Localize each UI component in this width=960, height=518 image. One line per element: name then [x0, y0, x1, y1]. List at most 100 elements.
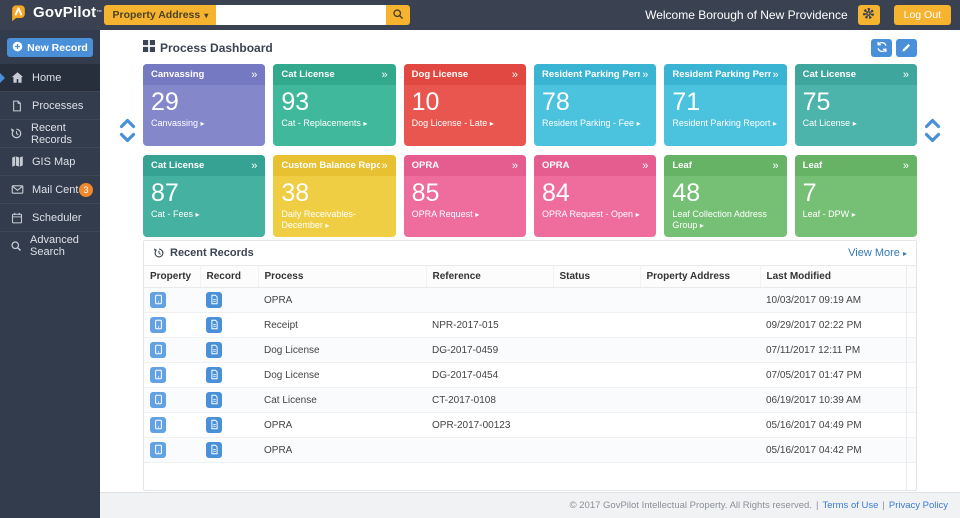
chevron-down-icon[interactable] [119, 132, 136, 143]
topbar: GovPilot™ Property Address ▾ Welcome Bor… [0, 0, 960, 30]
logout-button[interactable]: Log Out [894, 5, 951, 25]
property-button[interactable] [150, 392, 166, 408]
chevron-up-icon[interactable] [924, 118, 941, 129]
search-button[interactable] [386, 5, 410, 25]
record-button[interactable] [206, 317, 222, 333]
card-header[interactable]: Resident Parking Permit » [534, 64, 656, 85]
property-button[interactable] [150, 292, 166, 308]
double-chevron-icon[interactable]: » [903, 69, 909, 81]
card-count: 87 [151, 179, 257, 208]
card-link[interactable]: Dog License - Late ▸ [412, 118, 518, 130]
property-button[interactable] [150, 367, 166, 383]
card-link[interactable]: Resident Parking - Fee ▸ [542, 118, 648, 130]
col-reference: Reference [426, 266, 553, 288]
sidebar-item-label: Scheduler [32, 212, 82, 224]
card-header[interactable]: Resident Parking Permit » [664, 64, 786, 85]
sidebar-item-gis-map[interactable]: GIS Map [0, 147, 100, 175]
card-link[interactable]: Canvassing ▸ [151, 118, 257, 130]
card-link-label: Resident Parking Report [672, 118, 770, 128]
table-scrollbar[interactable] [906, 265, 907, 490]
double-chevron-icon[interactable]: » [382, 69, 388, 81]
card-link[interactable]: OPRA Request - Open ▸ [542, 209, 648, 221]
govpilot-logo-icon [9, 3, 28, 27]
card-header[interactable]: Leaf » [664, 155, 786, 176]
record-button[interactable] [206, 367, 222, 383]
card-link[interactable]: Leaf - DPW ▸ [803, 209, 909, 221]
double-chevron-icon[interactable]: » [382, 160, 388, 172]
card-link[interactable]: Leaf Collection Address Group ▸ [672, 209, 778, 232]
property-button[interactable] [150, 442, 166, 458]
cell-last-modified: 09/29/2017 02:22 PM [760, 313, 916, 338]
record-button[interactable] [206, 342, 222, 358]
card-header[interactable]: Cat License » [273, 64, 395, 85]
sidebar-item-mail-center[interactable]: Mail Center 3 [0, 175, 100, 203]
record-button[interactable] [206, 292, 222, 308]
double-chevron-icon[interactable]: » [642, 69, 648, 81]
double-chevron-icon[interactable]: » [251, 160, 257, 172]
arrow-right-icon: ▸ [700, 221, 704, 230]
card-header[interactable]: OPRA » [404, 155, 526, 176]
chevron-up-icon[interactable] [119, 118, 136, 129]
card-link-label: OPRA Request - Open [542, 209, 633, 219]
card-link-label: Cat License [803, 118, 851, 128]
double-chevron-icon[interactable]: » [512, 69, 518, 81]
card-count: 38 [281, 179, 387, 208]
card-header[interactable]: Dog License » [404, 64, 526, 85]
double-chevron-icon[interactable]: » [251, 69, 257, 81]
record-icon [209, 393, 220, 408]
privacy-policy-link[interactable]: Privacy Policy [889, 500, 948, 511]
edit-button[interactable] [896, 39, 917, 57]
sidebar-item-processes[interactable]: Processes [0, 91, 100, 119]
sidebar-item-recent-records[interactable]: Recent Records [0, 119, 100, 147]
double-chevron-icon[interactable]: » [773, 160, 779, 172]
double-chevron-icon[interactable]: » [773, 69, 779, 81]
double-chevron-icon[interactable]: » [903, 160, 909, 172]
chevron-down-icon[interactable] [924, 132, 941, 143]
search-input[interactable] [216, 5, 386, 25]
pencil-icon [901, 41, 912, 56]
record-icon [209, 343, 220, 358]
card-title: Dog License [412, 69, 510, 80]
card-link-label: OPRA Request [412, 209, 473, 219]
card-count: 48 [672, 179, 778, 208]
record-button[interactable] [206, 392, 222, 408]
card-link[interactable]: OPRA Request ▸ [412, 209, 518, 221]
card-title: Leaf [672, 160, 770, 171]
settings-button[interactable] [858, 5, 880, 25]
record-button[interactable] [206, 417, 222, 433]
refresh-button[interactable] [871, 39, 892, 57]
card-link[interactable]: Cat License ▸ [803, 118, 909, 130]
double-chevron-icon[interactable]: » [512, 160, 518, 172]
new-record-button[interactable]: New Record [7, 38, 93, 57]
card-link[interactable]: Cat - Fees ▸ [151, 209, 257, 221]
property-button[interactable] [150, 317, 166, 333]
cell-last-modified: 07/11/2017 12:11 PM [760, 338, 916, 363]
sidebar-item-home[interactable]: Home [0, 63, 100, 91]
record-button[interactable] [206, 442, 222, 458]
arrow-right-icon: ▸ [773, 119, 777, 128]
sidebar-item-advanced-search[interactable]: Advanced Search [0, 231, 100, 259]
cell-process: Cat License [258, 388, 426, 413]
card-header[interactable]: Custom Balance Report » [273, 155, 395, 176]
sidebar-item-scheduler[interactable]: Scheduler [0, 203, 100, 231]
property-button[interactable] [150, 417, 166, 433]
search-scope-button[interactable]: Property Address ▾ [104, 5, 216, 25]
cell-reference: OPR-2017-00123 [426, 413, 553, 438]
card-title: OPRA [542, 160, 640, 171]
card-link[interactable]: Cat - Replacements ▸ [281, 118, 387, 130]
card-header[interactable]: Cat License » [795, 64, 917, 85]
card-link-label: Leaf Collection Address Group [672, 209, 767, 231]
card-header[interactable]: OPRA » [534, 155, 656, 176]
terms-of-use-link[interactable]: Terms of Use [822, 500, 878, 511]
card-header[interactable]: Cat License » [143, 155, 265, 176]
card-header[interactable]: Leaf » [795, 155, 917, 176]
property-button[interactable] [150, 342, 166, 358]
calendar-icon [10, 212, 24, 224]
arrow-right-icon: ▸ [325, 221, 329, 230]
double-chevron-icon[interactable]: » [642, 160, 648, 172]
table-row: Dog License DG-2017-0459 07/11/2017 12:1… [144, 338, 916, 363]
card-link[interactable]: Daily Receivables- December ▸ [281, 209, 387, 232]
view-more-link[interactable]: View More ▸ [848, 247, 907, 259]
card-link[interactable]: Resident Parking Report ▸ [672, 118, 778, 130]
card-header[interactable]: Canvassing » [143, 64, 265, 85]
